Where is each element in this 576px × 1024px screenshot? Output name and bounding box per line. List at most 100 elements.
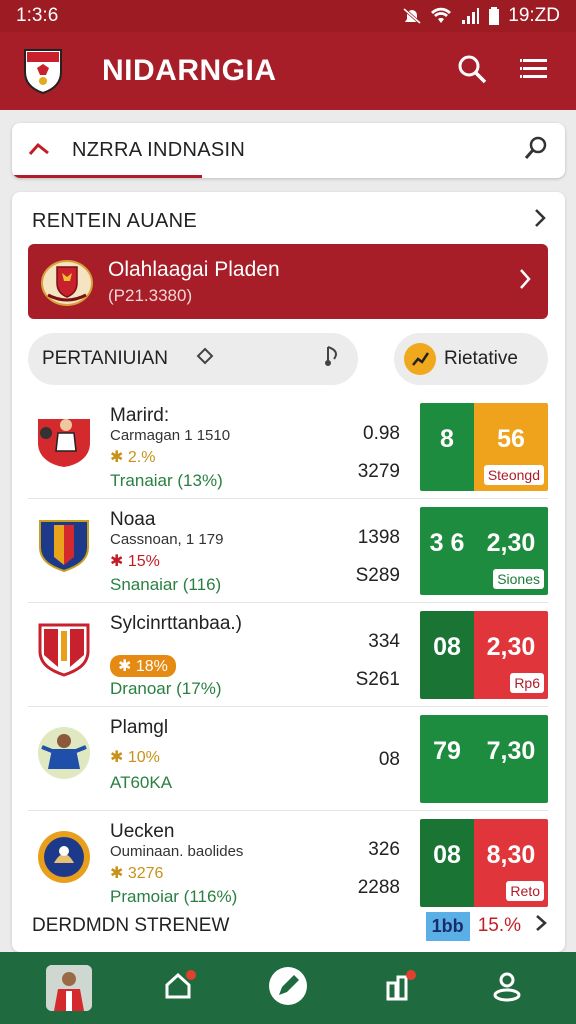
section-header[interactable]: RENTEIN AUANE — [32, 206, 547, 236]
section-title: RENTEIN AUANE — [32, 209, 198, 232]
promo-title: Olahlaagai Pladen — [108, 257, 280, 281]
diamond-icon[interactable] — [196, 347, 214, 371]
club-logo-icon[interactable] — [22, 47, 64, 95]
search-underline — [12, 175, 202, 178]
status-bar: 1:3:6 19:ZD — [0, 0, 576, 32]
score-block[interactable]: 3 6 2,30 Siones — [420, 507, 548, 595]
row-name: Marird: — [110, 405, 170, 426]
signal-icon — [460, 7, 480, 25]
score-right: 7,30 — [474, 715, 548, 803]
row-name: Sylcinrttanbaa.) — [110, 613, 243, 634]
row-value-2: 3279 — [357, 461, 400, 482]
score-tag: Reto — [506, 881, 544, 901]
row-trend: Tranaiar (13%) — [110, 471, 223, 490]
row-value-1: 1398 — [357, 527, 400, 548]
promo-text: Olahlaagai Pladen (P21.3380) — [108, 258, 518, 306]
footer-link[interactable]: DERDMDN STRENEW 1bb 15.% — [32, 908, 547, 944]
nav-edit[interactable] — [260, 960, 316, 1016]
table-row[interactable]: Uecken Ouminaan. baolides ✱ 3276 Pramoia… — [28, 811, 548, 915]
row-meta: Ouminaan. baolides — [110, 843, 244, 860]
club-crest-icon — [36, 517, 92, 573]
promo-subtitle: (P21.3380) — [108, 285, 193, 305]
filter-pill[interactable]: PERTANIUIAN — [28, 333, 358, 385]
row-percent: ✱ 2.% — [110, 449, 156, 466]
chart-icon — [404, 343, 436, 375]
app-title: NIDARNGIA — [102, 54, 277, 87]
sort-icon[interactable] — [322, 344, 344, 374]
row-trend: Dranoar (17%) — [110, 679, 222, 698]
nav-profile-photo[interactable] — [41, 960, 97, 1016]
footer-percent: 15.% — [477, 915, 521, 936]
user-icon — [491, 970, 523, 1007]
footer-label: DERDMDN STRENEW — [32, 915, 230, 936]
score-left: 08 — [420, 611, 474, 699]
score-left: 3 6 — [420, 507, 474, 595]
avatar — [45, 965, 92, 1011]
score-tag: Siones — [493, 569, 544, 589]
row-trend: Snanaiar (116) — [110, 575, 222, 594]
score-left: 8 — [420, 403, 474, 491]
table-row[interactable]: Marird: Carmagan 1 1510 ✱ 2.% Tranaiar (… — [28, 395, 548, 499]
score-block[interactable]: 79 7,30 — [420, 715, 548, 803]
row-percent: ✱ 3276 — [110, 865, 164, 882]
status-icons: 19:ZD — [402, 5, 560, 27]
filter-label: PERTANIUIAN — [42, 348, 168, 369]
league-search-bar[interactable]: NZRRA INDNASIN — [12, 123, 565, 178]
row-value-1: 334 — [368, 631, 400, 652]
footer-badge: 1bb — [425, 911, 470, 941]
club-crest-icon — [36, 621, 92, 677]
row-meta: Carmagan 1 1510 — [110, 427, 231, 444]
club-crest-icon — [36, 829, 92, 885]
row-value-1: 326 — [368, 839, 400, 860]
search-button[interactable] — [452, 51, 492, 91]
notification-muted-icon — [402, 7, 422, 25]
row-name: Noaa — [110, 509, 156, 530]
app-bar: NIDARNGIA — [0, 32, 576, 110]
score-left: 79 — [420, 715, 474, 803]
trend-up-icon — [28, 139, 50, 162]
chevron-right-icon[interactable] — [533, 208, 547, 234]
row-percent: ✱ 10% — [110, 749, 160, 766]
search-icon — [457, 54, 487, 89]
row-trend: Pramoiar (116%) — [110, 887, 238, 906]
row-meta: Cassnoan, 1 179 — [110, 531, 224, 548]
row-value-1: 0.98 — [363, 423, 400, 444]
relative-toggle[interactable]: Rietative — [394, 333, 548, 385]
search-input[interactable]: NZRRA INDNASIN — [72, 139, 523, 162]
nav-home[interactable] — [150, 960, 206, 1016]
bottom-nav — [0, 952, 576, 1024]
promo-banner[interactable]: Olahlaagai Pladen (P21.3380) — [28, 244, 548, 319]
battery-icon — [488, 7, 500, 25]
table-row[interactable]: Plamgl ✱ 10% AT60KA 08 79 7,30 — [28, 707, 548, 811]
row-name: Uecken — [110, 821, 175, 842]
row-percent: ✱ 15% — [110, 553, 160, 570]
rankings-card: RENTEIN AUANE Olahlaagai Pladen (P21.338… — [12, 192, 565, 952]
player-avatar — [36, 725, 92, 781]
table-row[interactable]: Sylcinrttanbaa.) ✱ 18% Dranoar (17%) 334… — [28, 603, 548, 707]
status-time-right: 19:ZD — [508, 5, 560, 26]
edit-icon — [268, 966, 308, 1011]
row-value-2: S289 — [355, 565, 400, 586]
table-row[interactable]: Noaa Cassnoan, 1 179 ✱ 15% Snanaiar (116… — [28, 499, 548, 603]
search-icon[interactable] — [523, 135, 549, 166]
score-left: 08 — [420, 819, 474, 907]
status-time-left: 1:3:6 — [16, 5, 59, 26]
score-tag: Rp6 — [510, 673, 544, 693]
menu-button[interactable] — [514, 51, 554, 91]
chevron-right-icon[interactable] — [535, 914, 547, 938]
score-block[interactable]: 8 56 Steongd — [420, 403, 548, 491]
notification-dot — [405, 970, 416, 980]
notification-dot — [186, 970, 197, 980]
nav-stats[interactable] — [370, 960, 426, 1016]
nav-account[interactable] — [479, 960, 535, 1016]
row-percent: ✱ 18% — [110, 655, 176, 677]
row-value-1: 08 — [378, 749, 400, 770]
score-tag: Steongd — [483, 465, 544, 485]
wifi-icon — [430, 7, 452, 25]
row-value-2: 2288 — [357, 877, 400, 898]
row-name: Plamgl — [110, 717, 169, 738]
player-avatar — [36, 413, 92, 469]
score-block[interactable]: 08 2,30 Rp6 — [420, 611, 548, 699]
score-block[interactable]: 08 8,30 Reto — [420, 819, 548, 907]
chevron-right-icon — [518, 267, 532, 296]
